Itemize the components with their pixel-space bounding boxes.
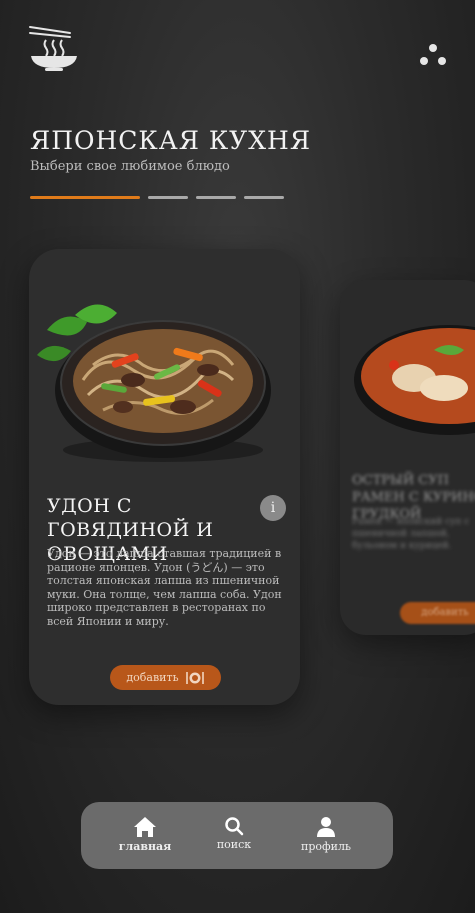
page-subtitle: Выбери свое любимое блюдо [30, 159, 230, 174]
progress-segment-active[interactable] [30, 196, 140, 199]
carousel-progress [30, 196, 284, 199]
nav-item-search[interactable]: поиск [194, 816, 274, 851]
progress-segment[interactable] [244, 196, 284, 199]
nav-item-home[interactable]: главная [105, 816, 185, 853]
noodle-bowl-icon [29, 26, 77, 71]
dish-description: Удон — это лапша ставшая традицией в рац… [47, 547, 282, 628]
dish-card[interactable]: УДОН С ГОВЯДИНОЙ И ОВОЩАМИ i Удон — это … [29, 249, 300, 705]
plate-cutlery-icon [185, 671, 204, 684]
nav-label-home: главная [118, 840, 172, 853]
nav-label-search: поиск [216, 838, 252, 851]
next-add-button[interactable]: добавить [400, 602, 475, 624]
progress-segment[interactable] [196, 196, 236, 199]
bottom-navigation: главная поиск профиль [81, 802, 393, 869]
search-icon [225, 817, 244, 836]
home-icon [134, 817, 156, 837]
add-button-label: добавить [126, 671, 179, 684]
progress-segment[interactable] [148, 196, 188, 199]
dish-card-next[interactable]: ОСТРЫЙ СУП РАМЕН С КУРИНОЙ ГРУДКОЙ Рамен… [340, 280, 475, 635]
nav-label-profile: профиль [301, 840, 351, 853]
info-button[interactable]: i [260, 495, 286, 521]
user-icon [317, 817, 335, 837]
next-dish-description: Рамен — японский суп с пшеничной лапшой,… [352, 517, 470, 551]
udon-dish-image [37, 304, 271, 462]
add-to-cart-button[interactable]: добавить [110, 665, 221, 690]
ramen-dish-image [354, 325, 475, 435]
nav-item-profile[interactable]: профиль [286, 816, 366, 853]
page-title: ЯПОНСКАЯ КУХНЯ [30, 126, 312, 155]
three-dots-icon[interactable] [418, 42, 448, 68]
